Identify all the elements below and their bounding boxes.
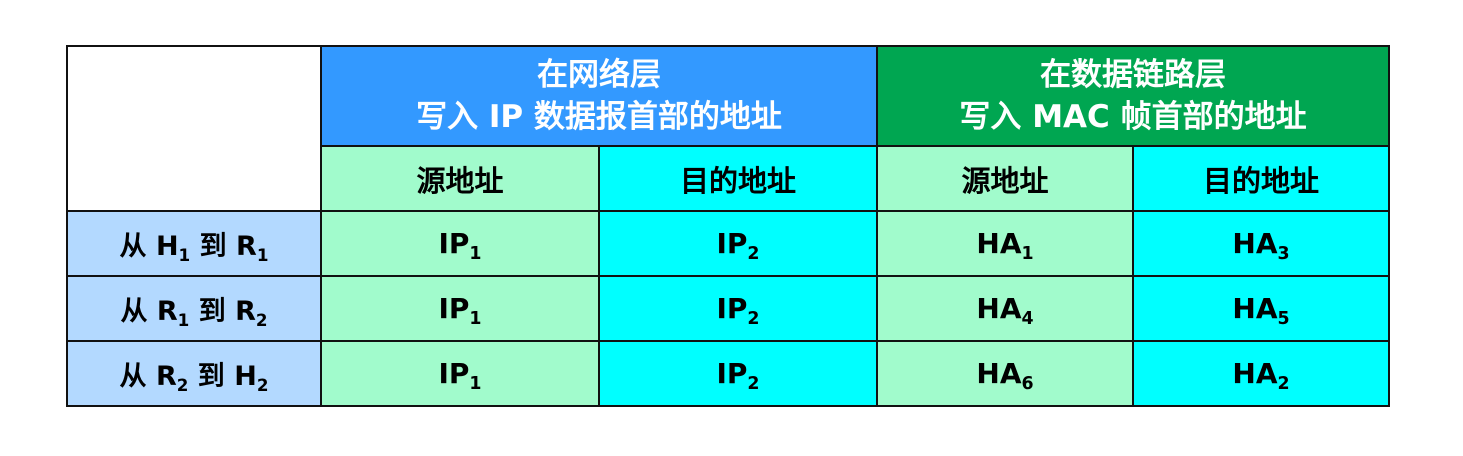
mac-destination-address-header: 目的地址 bbox=[1132, 145, 1390, 212]
cell-subscript: 3 bbox=[1277, 244, 1290, 265]
row-label-prefix: 从 bbox=[120, 296, 157, 327]
row-label-connector: 到 bbox=[188, 361, 235, 392]
row-label-from-subscript: 1 bbox=[177, 309, 190, 330]
empty-corner-cell bbox=[66, 45, 322, 212]
mac-destination-cell: HA3 bbox=[1132, 210, 1390, 277]
data-link-layer-header: 在数据链路层 写入 MAC 帧首部的地址 bbox=[876, 45, 1390, 147]
row-label-from-node: R bbox=[156, 296, 178, 327]
row-label-from-node: R bbox=[155, 361, 177, 392]
cell-subscript: 2 bbox=[1277, 374, 1290, 395]
mac-source-cell: HA6 bbox=[876, 340, 1134, 407]
cell-subscript: 1 bbox=[469, 244, 482, 265]
row-label-connector: 到 bbox=[189, 296, 236, 327]
cell-base: IP bbox=[716, 227, 748, 260]
row-label-from-subscript: 1 bbox=[178, 244, 191, 265]
row-label-to-node: H bbox=[234, 361, 257, 392]
ip-source-cell: IP1 bbox=[320, 275, 600, 342]
cell-subscript: 6 bbox=[1021, 374, 1034, 395]
mac-source-cell: HA4 bbox=[876, 275, 1134, 342]
cell-subscript: 2 bbox=[747, 309, 760, 330]
address-table: 在网络层 写入 IP 数据报首部的地址 在数据链路层 写入 MAC 帧首部的地址… bbox=[66, 45, 1390, 407]
cell-subscript: 5 bbox=[1277, 309, 1290, 330]
row-label-to-subscript: 2 bbox=[256, 374, 269, 395]
row-label: 从 H1 到 R1 bbox=[66, 210, 322, 277]
mac-source-cell: HA1 bbox=[876, 210, 1134, 277]
table-row: 从 R1 到 R2 IP1 IP2 HA4 HA5 bbox=[66, 275, 1390, 342]
group-header-row: 在网络层 写入 IP 数据报首部的地址 在数据链路层 写入 MAC 帧首部的地址 bbox=[66, 45, 1390, 212]
row-label-to-node: R bbox=[236, 231, 257, 262]
cell-base: IP bbox=[438, 227, 470, 260]
ip-destination-cell: IP2 bbox=[598, 275, 878, 342]
row-label-connector: 到 bbox=[190, 231, 237, 262]
cell-base: HA bbox=[1232, 227, 1278, 260]
row-label-from-subscript: 2 bbox=[176, 374, 189, 395]
cell-base: HA bbox=[1232, 292, 1278, 325]
row-label-to-subscript: 1 bbox=[256, 244, 269, 265]
ip-destination-cell: IP2 bbox=[598, 340, 878, 407]
cell-subscript: 2 bbox=[747, 374, 760, 395]
cell-subscript: 2 bbox=[747, 244, 760, 265]
cell-subscript: 1 bbox=[1021, 244, 1034, 265]
row-label: 从 R2 到 H2 bbox=[66, 340, 322, 407]
mac-source-address-header: 源地址 bbox=[876, 145, 1134, 212]
table-row: 从 R2 到 H2 IP1 IP2 HA6 HA2 bbox=[66, 340, 1390, 407]
cell-base: IP bbox=[716, 357, 748, 390]
row-label-prefix: 从 bbox=[119, 361, 156, 392]
row-label-to-node: R bbox=[235, 296, 256, 327]
cell-base: IP bbox=[438, 292, 470, 325]
row-label: 从 R1 到 R2 bbox=[66, 275, 322, 342]
row-label-prefix: 从 bbox=[119, 231, 156, 262]
cell-base: HA bbox=[1232, 357, 1278, 390]
ip-source-cell: IP1 bbox=[320, 210, 600, 277]
network-layer-header-line2: 写入 IP 数据报首部的地址 bbox=[416, 99, 782, 135]
mac-destination-cell: HA2 bbox=[1132, 340, 1390, 407]
network-layer-header: 在网络层 写入 IP 数据报首部的地址 bbox=[320, 45, 878, 147]
ip-source-cell: IP1 bbox=[320, 340, 600, 407]
cell-base: IP bbox=[438, 357, 470, 390]
cell-base: HA bbox=[976, 357, 1022, 390]
cell-subscript: 4 bbox=[1021, 309, 1034, 330]
row-label-to-subscript: 2 bbox=[255, 309, 268, 330]
ip-destination-cell: IP2 bbox=[598, 210, 878, 277]
ip-source-address-header: 源地址 bbox=[320, 145, 600, 212]
data-link-layer-header-line2: 写入 MAC 帧首部的地址 bbox=[959, 99, 1307, 135]
cell-subscript: 1 bbox=[469, 374, 482, 395]
mac-destination-cell: HA5 bbox=[1132, 275, 1390, 342]
cell-base: HA bbox=[976, 292, 1022, 325]
data-link-layer-header-line1: 在数据链路层 bbox=[1040, 57, 1226, 93]
ip-destination-address-header: 目的地址 bbox=[598, 145, 878, 212]
cell-subscript: 1 bbox=[469, 309, 482, 330]
table-row: 从 H1 到 R1 IP1 IP2 HA1 HA3 bbox=[66, 210, 1390, 277]
cell-base: IP bbox=[716, 292, 748, 325]
network-layer-header-line1: 在网络层 bbox=[537, 57, 661, 93]
row-label-from-node: H bbox=[155, 231, 179, 262]
cell-base: HA bbox=[976, 227, 1022, 260]
